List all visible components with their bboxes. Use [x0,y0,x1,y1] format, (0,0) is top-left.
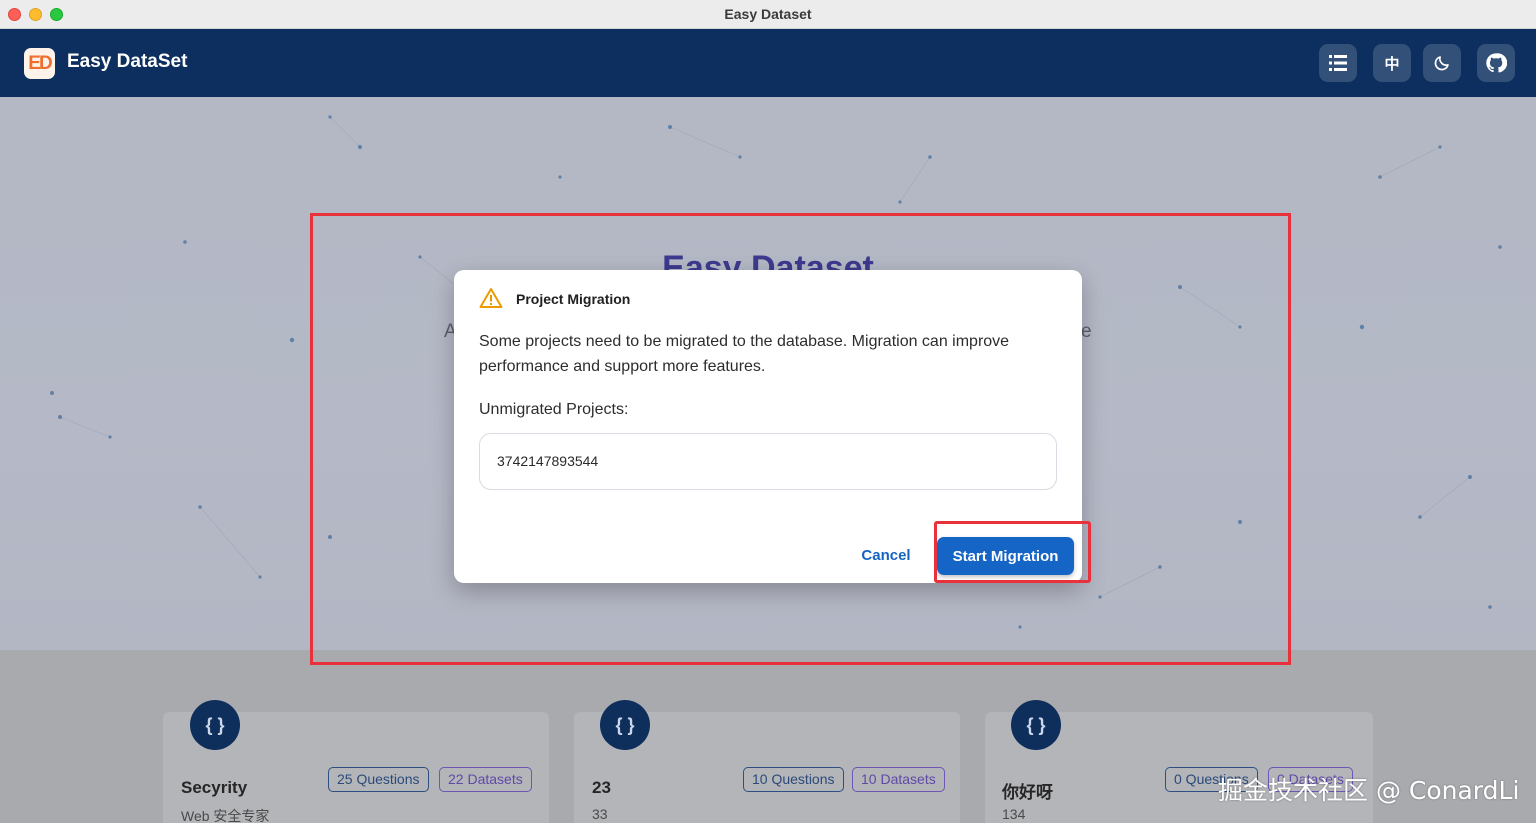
project-list-button[interactable] [1319,44,1357,82]
watermark-text: 掘金技术社区 @ ConardLi [1218,776,1520,805]
dialog-title: Project Migration [516,291,631,307]
github-button[interactable] [1477,44,1515,82]
button-highlight-box [934,521,1091,583]
language-icon: 中 [1384,55,1400,73]
window-title: Easy Dataset [724,6,812,22]
datasets-chip[interactable]: 22 Datasets [439,767,532,792]
warning-icon [479,288,503,308]
theme-toggle-button[interactable] [1423,44,1461,82]
github-icon [1486,53,1507,73]
unmigrated-project-item: 3742147893544 [497,453,599,469]
questions-chip[interactable]: 10 Questions [743,767,844,792]
code-icon: { } [190,700,240,750]
app-logo[interactable]: ED [24,48,55,79]
project-description: Web 安全专家 [181,808,270,823]
dialog-message: Some projects need to be migrated to the… [479,333,1010,375]
project-name: 23 [592,778,611,797]
project-description: 33 [592,806,608,822]
project-name: 你好呀 [1002,783,1053,802]
project-name: Secyrity [181,778,248,797]
list-icon [1329,55,1347,71]
language-toggle-button[interactable]: 中 [1373,44,1411,82]
unmigrated-projects-list: 3742147893544 [479,433,1057,490]
code-icon: { } [600,700,650,750]
app-header: ED Easy DataSet 中 [0,29,1536,97]
logo-text: ED [28,52,52,74]
project-description: 134 [1002,806,1026,822]
app-name[interactable]: Easy DataSet [67,51,187,73]
window-titlebar: Easy Dataset [0,0,1536,29]
code-icon: { } [1011,700,1061,750]
moon-icon [1434,56,1449,71]
cancel-button[interactable]: Cancel [846,537,926,573]
datasets-chip[interactable]: 10 Datasets [852,767,945,792]
unmigrated-projects-label: Unmigrated Projects: [479,401,629,418]
questions-chip[interactable]: 25 Questions [328,767,429,792]
